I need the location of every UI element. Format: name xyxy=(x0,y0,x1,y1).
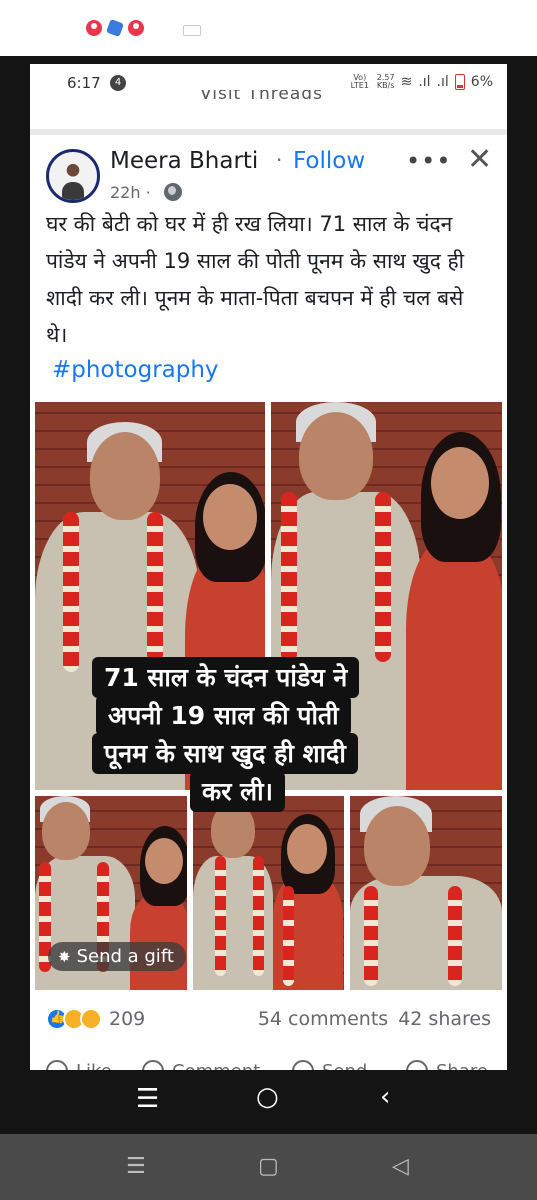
caption-line-2: अपनी 19 साल की पोती xyxy=(96,695,351,736)
app-tag-icon xyxy=(106,19,124,37)
like-label: Like xyxy=(76,1052,112,1070)
author-avatar[interactable] xyxy=(46,149,100,203)
garland xyxy=(147,512,163,662)
battery-icon xyxy=(454,74,465,90)
comment-icon xyxy=(142,1060,164,1070)
garland xyxy=(253,856,264,976)
close-icon[interactable]: ✕ xyxy=(467,145,492,175)
caption-line-3: पूनम के साथ खुद ही शादी xyxy=(92,733,358,774)
reaction-count: 209 xyxy=(109,1008,146,1030)
system-navigation-bar: ☰ ▢ ◁ xyxy=(0,1134,537,1200)
battery-percent: 6% xyxy=(470,74,493,90)
image-caption-overlay: 71 साल के चंदन पांडेय ने अपनी 19 साल की … xyxy=(92,657,426,839)
garland xyxy=(283,886,294,986)
hashtag-link[interactable]: #photography xyxy=(52,357,219,383)
wow-reaction-icon xyxy=(80,1008,102,1030)
network-label: Vo) LTE1 xyxy=(350,73,369,90)
status-time: 6:17 xyxy=(67,74,101,92)
share-icon xyxy=(406,1060,428,1070)
header-separator: · xyxy=(276,148,283,172)
recent-apps-icon[interactable]: ☰ xyxy=(126,1154,146,1179)
woman-face xyxy=(203,484,257,550)
share-label: Share xyxy=(436,1052,488,1070)
share-button[interactable]: Share xyxy=(406,1052,488,1070)
globe-icon xyxy=(164,183,182,201)
garland xyxy=(448,886,462,986)
send-gift-button[interactable]: ✸ Send a gift xyxy=(48,942,186,971)
caption-line-1: 71 साल के चंदन पांडेय ने xyxy=(92,657,360,698)
network-speed: 2.57 KB/s xyxy=(377,74,395,90)
caption-line-4: कर ली। xyxy=(190,771,286,812)
home-icon[interactable]: ▢ xyxy=(258,1154,279,1179)
signal-icon-2: .ıl xyxy=(436,74,449,90)
menu-icon[interactable]: ☰ xyxy=(136,1084,159,1114)
garland xyxy=(364,886,378,986)
inner-navigation-bar: ☰ ○ ‹ xyxy=(30,1070,507,1126)
comment-label: Comment xyxy=(172,1052,260,1070)
signal-icon: .ıl xyxy=(418,74,431,90)
cast-icon xyxy=(183,25,201,36)
comment-button[interactable]: Comment xyxy=(142,1052,260,1070)
shares-count[interactable]: 42 shares xyxy=(398,1008,491,1030)
partial-page-title: Visit Threads xyxy=(200,90,323,104)
outer-app-icons xyxy=(86,19,144,37)
phone-screen: 6:17 4 Vo) LTE1 2.57 KB/s ≋ .ıl .ıl 6% V… xyxy=(30,64,507,1070)
speed-unit: KB/s xyxy=(376,81,395,90)
post-time[interactable]: 22h · xyxy=(110,183,151,202)
garland xyxy=(63,512,79,672)
back-triangle-icon[interactable]: ◁ xyxy=(392,1154,409,1179)
man-face xyxy=(42,802,90,860)
outer-notification-bar xyxy=(0,0,537,56)
home-circle-icon[interactable]: ○ xyxy=(256,1082,279,1112)
author-name[interactable]: Meera Bharti xyxy=(110,148,258,174)
app-badge-icon xyxy=(86,20,102,36)
like-icon xyxy=(46,1060,68,1070)
post-actions-bar: Like Comment Send Share xyxy=(30,1052,507,1070)
notification-count-badge: 4 xyxy=(110,75,126,91)
man-face xyxy=(299,412,373,500)
photo-grid[interactable]: 71 साल के चंदन पांडेय ने अपनी 19 साल की … xyxy=(35,402,502,990)
wifi-icon: ≋ xyxy=(400,74,413,90)
back-icon[interactable]: ‹ xyxy=(380,1082,390,1112)
woman-face xyxy=(431,447,489,519)
comments-count[interactable]: 54 comments xyxy=(258,1008,388,1030)
post-body-text: घर की बेटी को घर में ही रख लिया। 71 साल … xyxy=(46,212,465,347)
follow-button[interactable]: Follow xyxy=(293,148,365,174)
send-gift-label: Send a gift xyxy=(76,946,174,967)
engagement-stats: 54 comments 42 shares xyxy=(258,1008,491,1030)
app-badge-icon xyxy=(128,20,144,36)
gift-icon: ✸ xyxy=(58,947,71,966)
garland xyxy=(375,492,391,662)
status-right: Vo) LTE1 2.57 KB/s ≋ .ıl .ıl 6% xyxy=(349,74,493,90)
send-button[interactable]: Send xyxy=(292,1052,367,1070)
garland xyxy=(215,856,226,976)
reactions-summary[interactable]: 209 xyxy=(46,1006,145,1032)
like-button[interactable]: Like xyxy=(46,1052,112,1070)
garland xyxy=(281,492,297,662)
more-options-icon[interactable]: ••• xyxy=(406,147,451,175)
send-label: Send xyxy=(322,1052,367,1070)
man-face xyxy=(90,432,160,520)
woman-face xyxy=(145,838,183,884)
send-icon xyxy=(292,1060,314,1070)
post-header: Meera Bharti · Follow 22h · ••• ✕ xyxy=(30,135,507,207)
